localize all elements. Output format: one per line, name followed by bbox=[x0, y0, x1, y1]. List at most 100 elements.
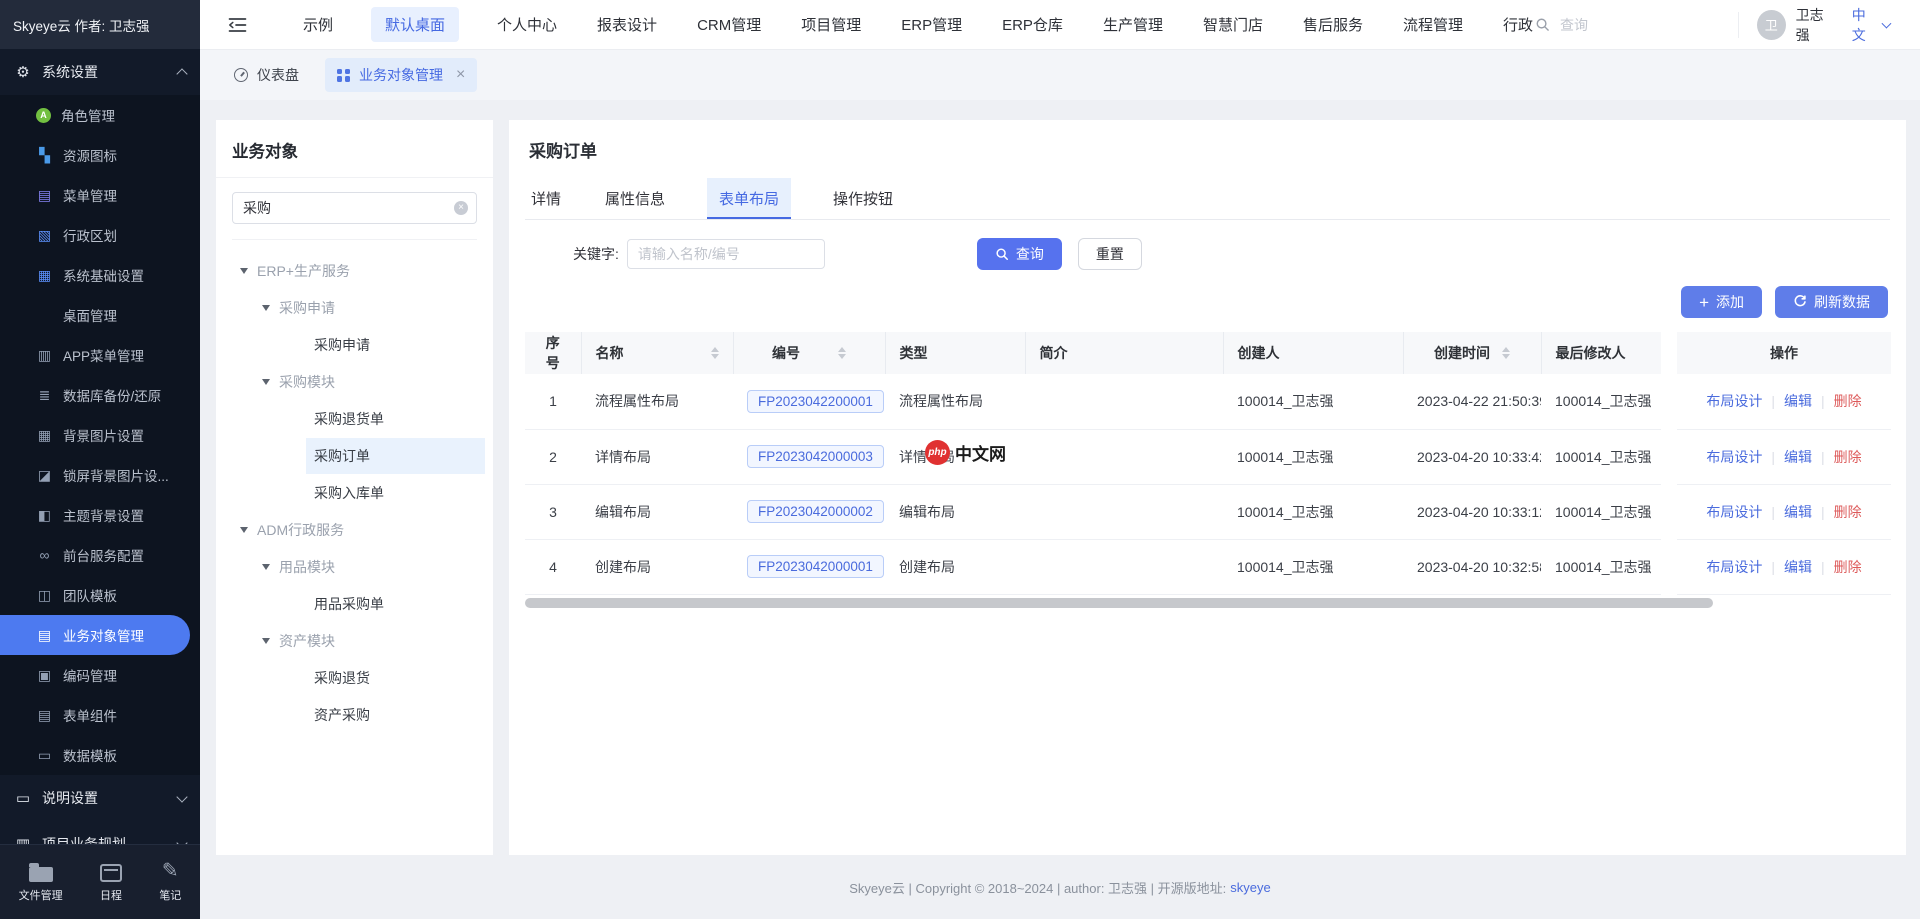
tree-node-purchase-module[interactable]: 采购模块 bbox=[224, 363, 485, 400]
refresh-button[interactable]: 刷新数据 bbox=[1775, 286, 1888, 318]
tab-attribute-info[interactable]: 属性信息 bbox=[603, 178, 667, 219]
tree-node-purchase-return[interactable]: 采购退货 bbox=[224, 659, 485, 696]
delete-link[interactable]: 删除 bbox=[1834, 449, 1862, 465]
sidebar-item-database-backup-restore[interactable]: ≣ 数据库备份/还原 bbox=[0, 375, 200, 415]
tree-node-supplies-purchase-order[interactable]: 用品采购单 bbox=[224, 585, 485, 622]
tree-node-purchase-inbound-order[interactable]: 采购入库单 bbox=[224, 474, 485, 511]
sidebar-item-theme-background-settings[interactable]: ◧ 主题背景设置 bbox=[0, 495, 200, 535]
clear-icon[interactable]: × bbox=[454, 201, 468, 215]
query-button[interactable]: 查询 bbox=[977, 238, 1062, 270]
edit-link[interactable]: 编辑 bbox=[1784, 393, 1812, 409]
sidebar-item-code-management[interactable]: ▣ 编码管理 bbox=[0, 655, 200, 695]
tree-node-erp-production[interactable]: ERP+生产服务 bbox=[224, 252, 485, 289]
tree-node-purchase-return-order[interactable]: 采购退货单 bbox=[224, 400, 485, 437]
sidebar-item-role-management[interactable]: A 角色管理 bbox=[0, 95, 200, 135]
avatar[interactable]: 卫 bbox=[1757, 10, 1786, 40]
layout-design-link[interactable]: 布局设计 bbox=[1706, 449, 1762, 465]
folder-icon bbox=[29, 867, 53, 882]
keyword-input[interactable] bbox=[627, 239, 825, 269]
nav-item-smart-store[interactable]: 智慧门店 bbox=[1201, 7, 1265, 42]
top-nav: 示例 默认桌面 个人中心 报表设计 CRM管理 项目管理 ERP管理 ERP仓库… bbox=[200, 0, 1920, 50]
sidebar-item-team-template[interactable]: ◫ 团队模板 bbox=[0, 575, 200, 615]
skyeye-link[interactable]: skyeye bbox=[1230, 880, 1270, 895]
nav-item-workflow[interactable]: 流程管理 bbox=[1401, 7, 1465, 42]
delete-link[interactable]: 删除 bbox=[1834, 504, 1862, 520]
sidebar-item-lockscreen-background[interactable]: ◪ 锁屏背景图片设... bbox=[0, 455, 200, 495]
sidebar-section-description-settings[interactable]: ▭ 说明设置 bbox=[0, 775, 200, 821]
tree-node-purchase-request[interactable]: 采购申请 bbox=[224, 326, 485, 363]
language-selector[interactable]: 中文 bbox=[1852, 5, 1890, 45]
nav-item-crm[interactable]: CRM管理 bbox=[695, 7, 763, 42]
edit-link[interactable]: 编辑 bbox=[1784, 559, 1812, 575]
tree-node-adm-service[interactable]: ADM行政服务 bbox=[224, 511, 485, 548]
search-input[interactable] bbox=[1558, 16, 1732, 34]
sidebar-item-system-base-settings[interactable]: ▦ 系统基础设置 bbox=[0, 255, 200, 295]
col-name[interactable]: 名称 bbox=[581, 332, 733, 374]
nav-item-personal-center[interactable]: 个人中心 bbox=[495, 7, 559, 42]
cell-created-time: 2023-04-20 10:32:58 bbox=[1403, 539, 1541, 594]
add-button[interactable]: + 添加 bbox=[1681, 286, 1762, 318]
nav-item-production[interactable]: 生产管理 bbox=[1101, 7, 1165, 42]
dock-item-notes[interactable]: ✎ 笔记 bbox=[159, 861, 181, 903]
tree-node-purchase-request-group[interactable]: 采购申请 bbox=[224, 289, 485, 326]
layout-design-link[interactable]: 布局设计 bbox=[1706, 504, 1762, 520]
sidebar-section-system-settings[interactable]: ⚙ 系统设置 bbox=[0, 49, 200, 95]
dock-item-file-management[interactable]: 文件管理 bbox=[19, 861, 63, 903]
sidebar-section-project-business-planning[interactable]: ▥ 项目业务规划 bbox=[0, 821, 200, 844]
sidebar-item-resource-icons[interactable]: ▚ 资源图标 bbox=[0, 135, 200, 175]
user-name[interactable]: 卫志强 bbox=[1796, 5, 1836, 45]
sidebar-item-label: 数据模板 bbox=[63, 745, 117, 765]
sidebar-item-data-template[interactable]: ▭ 数据模板 bbox=[0, 735, 200, 775]
layout-design-link[interactable]: 布局设计 bbox=[1706, 393, 1762, 409]
sort-icon[interactable] bbox=[1502, 347, 1510, 359]
tree-node-asset-purchase[interactable]: 资产采购 bbox=[224, 696, 485, 733]
sidebar-item-background-image-settings[interactable]: ▦ 背景图片设置 bbox=[0, 415, 200, 455]
tab-details[interactable]: 详情 bbox=[529, 178, 563, 219]
code-badge: FP2023042200001 bbox=[747, 390, 884, 413]
nav-item-after-sales[interactable]: 售后服务 bbox=[1301, 7, 1365, 42]
sidebar-item-business-object-management[interactable]: ▤ 业务对象管理 bbox=[0, 615, 190, 655]
delete-link[interactable]: 删除 bbox=[1834, 559, 1862, 575]
tree-node-asset-module[interactable]: 资产模块 bbox=[224, 622, 485, 659]
edit-link[interactable]: 编辑 bbox=[1784, 504, 1812, 520]
dock-item-schedule[interactable]: 日程 bbox=[100, 861, 122, 903]
nav-item-default-desktop[interactable]: 默认桌面 bbox=[371, 7, 459, 42]
sort-icon[interactable] bbox=[838, 347, 846, 359]
scrollbar-thumb[interactable] bbox=[525, 598, 1713, 608]
delete-link[interactable]: 删除 bbox=[1834, 393, 1862, 409]
cell-creator: 100014_卫志强 bbox=[1223, 374, 1403, 429]
cell-last-modifier: 100014_卫志强 bbox=[1541, 484, 1669, 539]
tab-form-layout[interactable]: 表单布局 bbox=[707, 178, 791, 219]
reset-button[interactable]: 重置 bbox=[1078, 238, 1142, 270]
sidebar-item-desktop-management[interactable]: 桌面管理 bbox=[0, 295, 200, 335]
nav-item-erp[interactable]: ERP管理 bbox=[899, 7, 964, 42]
code-badge: FP2023042000001 bbox=[747, 555, 884, 578]
menu-fold-icon[interactable] bbox=[228, 17, 247, 33]
sidebar-item-form-components[interactable]: ▤ 表单组件 bbox=[0, 695, 200, 735]
nav-item-report-design[interactable]: 报表设计 bbox=[595, 7, 659, 42]
sidebar-item-administrative-regions[interactable]: ▧ 行政区划 bbox=[0, 215, 200, 255]
nav-item-project-management[interactable]: 项目管理 bbox=[799, 7, 863, 42]
sidebar-item-app-menu-management[interactable]: ▥ APP菜单管理 bbox=[0, 335, 200, 375]
cell-name: 流程属性布局 bbox=[581, 374, 733, 429]
sidebar-item-frontend-service-config[interactable]: ∞ 前台服务配置 bbox=[0, 535, 200, 575]
tree-node-purchase-order[interactable]: 采购订单 bbox=[224, 437, 485, 474]
nav-item-administration[interactable]: 行政 bbox=[1501, 7, 1535, 42]
tab-action-buttons[interactable]: 操作按钮 bbox=[831, 178, 895, 219]
nav-item-erp-warehouse[interactable]: ERP仓库 bbox=[1000, 7, 1065, 42]
cell-code: FP2023042000001 bbox=[733, 539, 885, 594]
layout-design-link[interactable]: 布局设计 bbox=[1706, 559, 1762, 575]
tree-node-supplies-module[interactable]: 用品模块 bbox=[224, 548, 485, 585]
col-created-time[interactable]: 创建时间 bbox=[1403, 332, 1541, 374]
cell-type: 编辑布局 bbox=[885, 484, 1025, 539]
plus-icon: + bbox=[1699, 294, 1709, 311]
tree-search-input[interactable] bbox=[232, 192, 477, 224]
edit-link[interactable]: 编辑 bbox=[1784, 449, 1812, 465]
close-icon[interactable]: × bbox=[456, 67, 465, 83]
nav-item-examples[interactable]: 示例 bbox=[301, 7, 335, 42]
sidebar-item-menu-management[interactable]: ▤ 菜单管理 bbox=[0, 175, 200, 215]
tab-business-object-management[interactable]: 业务对象管理 × bbox=[325, 58, 477, 92]
tab-dashboard[interactable]: 仪表盘 bbox=[222, 58, 311, 92]
col-code[interactable]: 编号 bbox=[733, 332, 885, 374]
sort-icon[interactable] bbox=[711, 347, 719, 359]
